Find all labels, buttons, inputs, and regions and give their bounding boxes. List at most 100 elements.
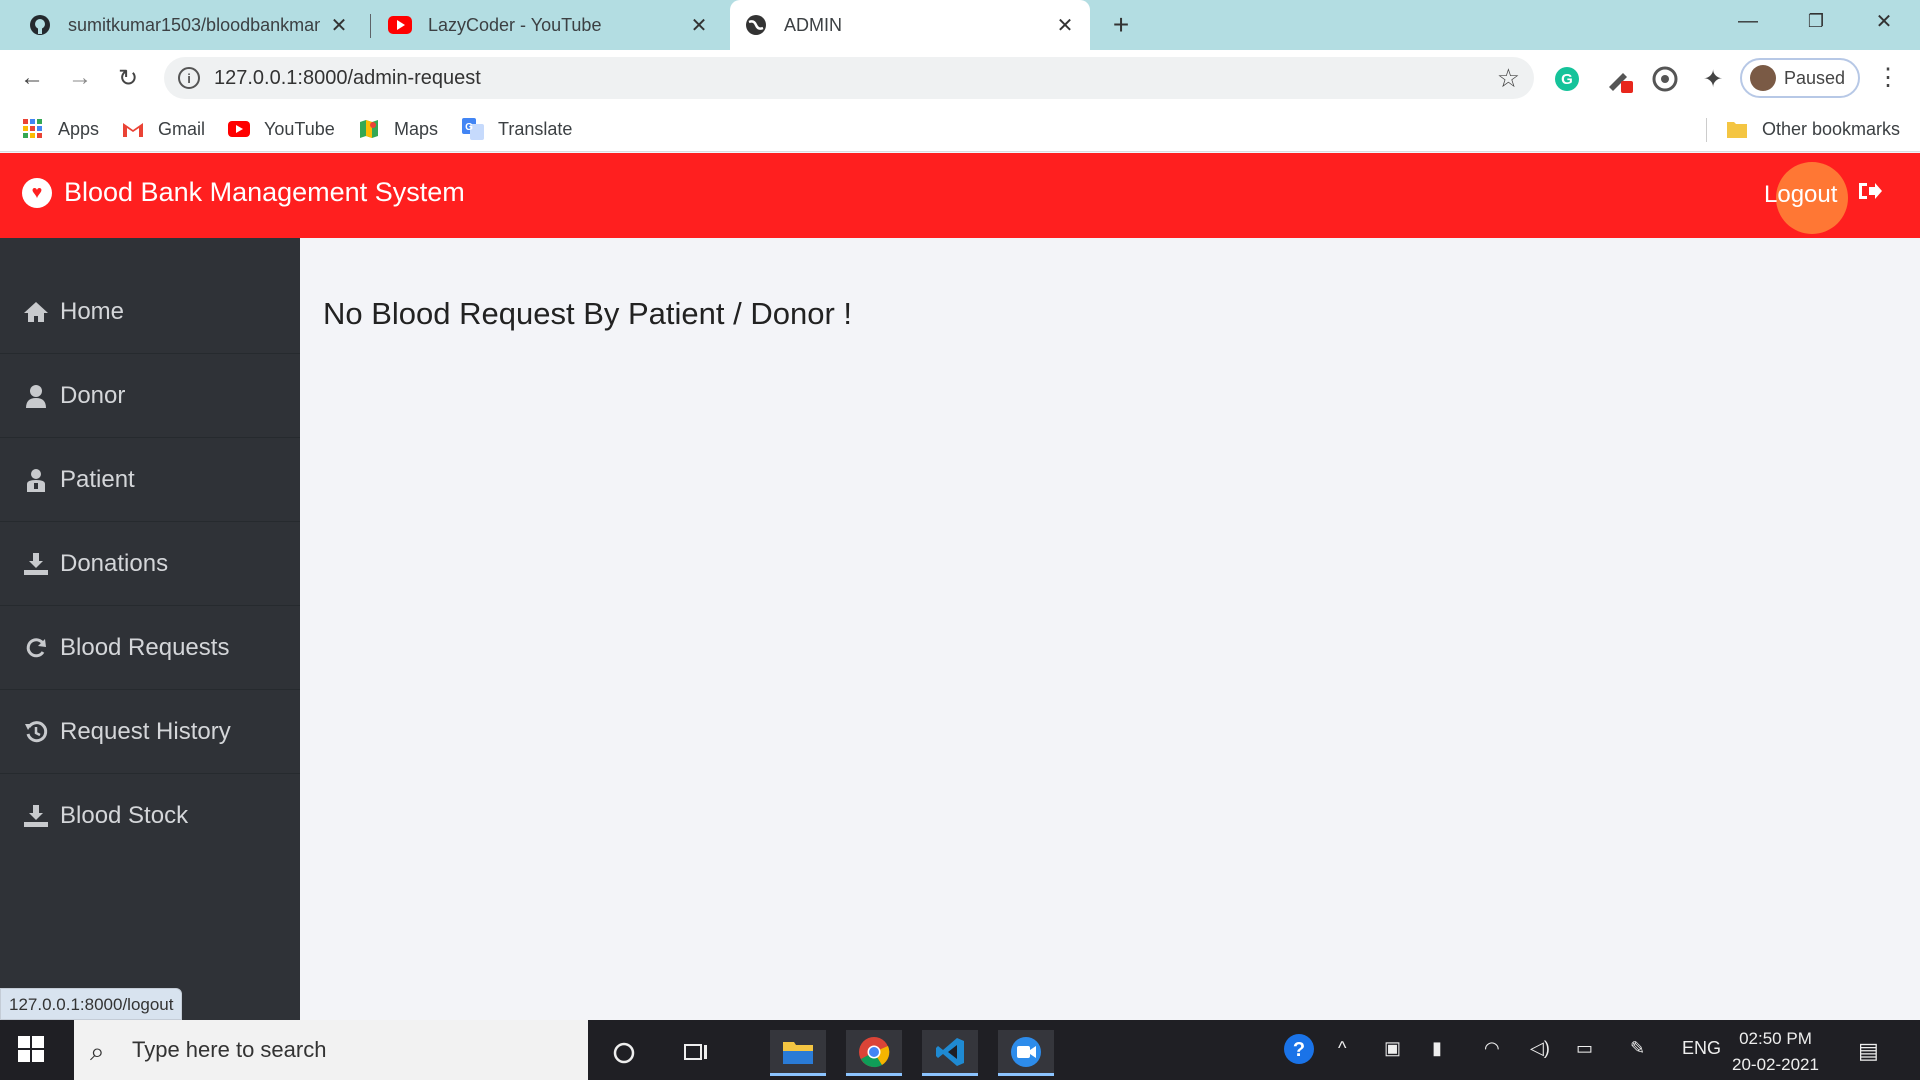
extensions-puzzle-icon[interactable]: ✦ — [1698, 64, 1728, 94]
sidebar: Home Donor Patient Donations Blood Reque… — [0, 238, 300, 1020]
tab-title: sumitkumar1503/bloodbankman — [68, 14, 320, 35]
sidebar-item-blood-requests[interactable]: Blood Requests — [0, 606, 300, 690]
sidebar-item-label: Home — [60, 297, 125, 325]
svg-text:?: ? — [1293, 1039, 1305, 1061]
minimize-button[interactable]: — — [1728, 6, 1768, 36]
browser-toolbar: ← → ↻ i 127.0.0.1:8000/admin-request ☆ G… — [0, 50, 1920, 106]
bookmark-maps[interactable]: Maps — [358, 116, 438, 142]
link-status-url: 127.0.0.1:8000/logout — [0, 988, 183, 1020]
grammarly-icon[interactable]: G — [1552, 64, 1582, 94]
wifi-icon[interactable]: ◠ — [1484, 1038, 1500, 1059]
reload-icon[interactable]: ↻ — [110, 60, 146, 96]
sidebar-item-patient[interactable]: Patient — [0, 438, 300, 522]
bookmarks-bar: Apps Gmail YouTube Maps G Translate Othe… — [0, 106, 1920, 152]
bookmark-star-icon[interactable]: ☆ — [1497, 63, 1520, 94]
refresh-icon — [22, 634, 50, 662]
bookmark-apps[interactable]: Apps — [22, 116, 99, 142]
taskbar: ⌕ Type here to search ? ^ ▣ ▮ ◠ ◁) ▭ ✎ E… — [0, 1020, 1920, 1080]
bookmark-label: Maps — [394, 118, 439, 139]
globe-icon — [744, 13, 768, 37]
extension-pen-icon[interactable] — [1604, 64, 1634, 94]
other-bookmarks[interactable]: Other bookmarks — [1726, 116, 1900, 142]
history-icon — [22, 718, 50, 746]
close-icon[interactable]: ✕ — [688, 14, 710, 37]
sidebar-item-home[interactable]: Home — [0, 270, 300, 354]
sidebar-item-label: Donor — [60, 381, 126, 409]
avatar — [1750, 65, 1776, 91]
apps-grid-icon — [22, 118, 44, 140]
svg-text:G: G — [465, 122, 473, 133]
tab-divider — [370, 14, 371, 38]
chrome-icon[interactable] — [846, 1030, 902, 1076]
restore-button[interactable]: ❐ — [1796, 6, 1836, 36]
app-header: ♥ Blood Bank Management System — [0, 153, 1920, 238]
site-info-icon[interactable]: i — [178, 67, 200, 89]
battery-icon[interactable]: ▭ — [1576, 1038, 1593, 1059]
heart-icon: ♥ — [22, 177, 52, 208]
folder-icon — [1726, 118, 1748, 140]
sidebar-item-label: Patient — [60, 465, 135, 493]
microphone-icon[interactable]: ▮ — [1432, 1038, 1442, 1059]
profile-status: Paused — [1784, 67, 1846, 88]
pen-icon[interactable]: ✎ — [1630, 1038, 1645, 1059]
empty-state-message: No Blood Request By Patient / Donor ! — [323, 296, 853, 331]
bookmark-gmail[interactable]: Gmail — [122, 116, 205, 142]
windows-start-icon[interactable] — [18, 1036, 46, 1064]
tab-title: ADMIN — [784, 14, 842, 35]
close-icon[interactable]: ✕ — [328, 14, 350, 37]
gmail-icon — [122, 118, 144, 140]
stock-icon — [22, 802, 50, 830]
sidebar-item-label: Donations — [60, 549, 169, 577]
cortana-icon[interactable] — [596, 1030, 652, 1076]
bookmark-label: Apps — [58, 118, 100, 139]
volume-icon[interactable]: ◁) — [1530, 1038, 1550, 1059]
sidebar-item-donor[interactable]: Donor — [0, 354, 300, 438]
app-title: Blood Bank Management System — [64, 177, 465, 207]
new-tab-button[interactable]: + — [1106, 9, 1136, 40]
translate-icon: G — [462, 118, 484, 140]
vscode-icon[interactable] — [922, 1030, 978, 1076]
sign-out-icon — [1857, 179, 1883, 210]
other-bookmarks-label: Other bookmarks — [1762, 118, 1901, 139]
sidebar-item-label: Request History — [60, 717, 231, 745]
clock-time: 02:50 PM — [1739, 1029, 1812, 1048]
clock[interactable]: 02:50 PM 20-02-2021 — [1732, 1026, 1819, 1078]
bookmark-youtube[interactable]: YouTube — [228, 116, 335, 142]
chevron-up-icon[interactable]: ^ — [1338, 1038, 1346, 1059]
close-window-button[interactable]: ✕ — [1864, 6, 1904, 36]
tab-github[interactable]: sumitkumar1503/bloodbankman ✕ — [14, 0, 364, 50]
logout-label: Logout — [1764, 180, 1838, 208]
meet-now-icon[interactable]: ▣ — [1384, 1038, 1401, 1059]
menu-kebab-icon[interactable]: ⋮ — [1876, 64, 1900, 94]
bookmarks-divider — [1706, 118, 1707, 142]
tab-youtube[interactable]: LazyCoder - YouTube ✕ — [374, 0, 724, 50]
clock-date: 20-02-2021 — [1732, 1055, 1819, 1074]
profile-button[interactable]: Paused — [1740, 58, 1860, 98]
task-view-icon[interactable] — [668, 1030, 724, 1076]
extension-eye-icon[interactable] — [1650, 64, 1680, 94]
taskbar-search[interactable]: ⌕ Type here to search — [74, 1020, 588, 1080]
address-bar[interactable]: i 127.0.0.1:8000/admin-request ☆ — [164, 57, 1534, 99]
file-explorer-icon[interactable] — [770, 1030, 826, 1076]
language-indicator[interactable]: ENG — [1682, 1038, 1721, 1059]
camera-app-icon[interactable] — [998, 1030, 1054, 1076]
notifications-icon[interactable]: ▤ — [1858, 1038, 1879, 1064]
logout-button[interactable]: Logout — [1764, 179, 1883, 210]
browser-tab-strip: sumitkumar1503/bloodbankman ✕ LazyCoder … — [0, 0, 1920, 50]
home-icon — [22, 298, 50, 326]
sidebar-item-blood-stock[interactable]: Blood Stock — [0, 774, 300, 858]
sidebar-item-request-history[interactable]: Request History — [0, 690, 300, 774]
donations-icon — [22, 550, 50, 578]
bookmark-label: Gmail — [158, 118, 206, 139]
forward-icon[interactable]: → — [62, 60, 98, 96]
bookmark-translate[interactable]: G Translate — [462, 116, 572, 142]
sidebar-item-label: Blood Requests — [60, 633, 230, 661]
sidebar-item-donations[interactable]: Donations — [0, 522, 300, 606]
github-icon — [28, 13, 52, 37]
close-icon[interactable]: ✕ — [1054, 14, 1076, 37]
bookmark-label: YouTube — [264, 118, 335, 139]
back-icon[interactable]: ← — [14, 60, 50, 96]
tab-admin[interactable]: ADMIN ✕ — [730, 0, 1090, 50]
help-icon[interactable]: ? — [1282, 1032, 1316, 1071]
brand[interactable]: ♥ Blood Bank Management System — [22, 177, 465, 208]
